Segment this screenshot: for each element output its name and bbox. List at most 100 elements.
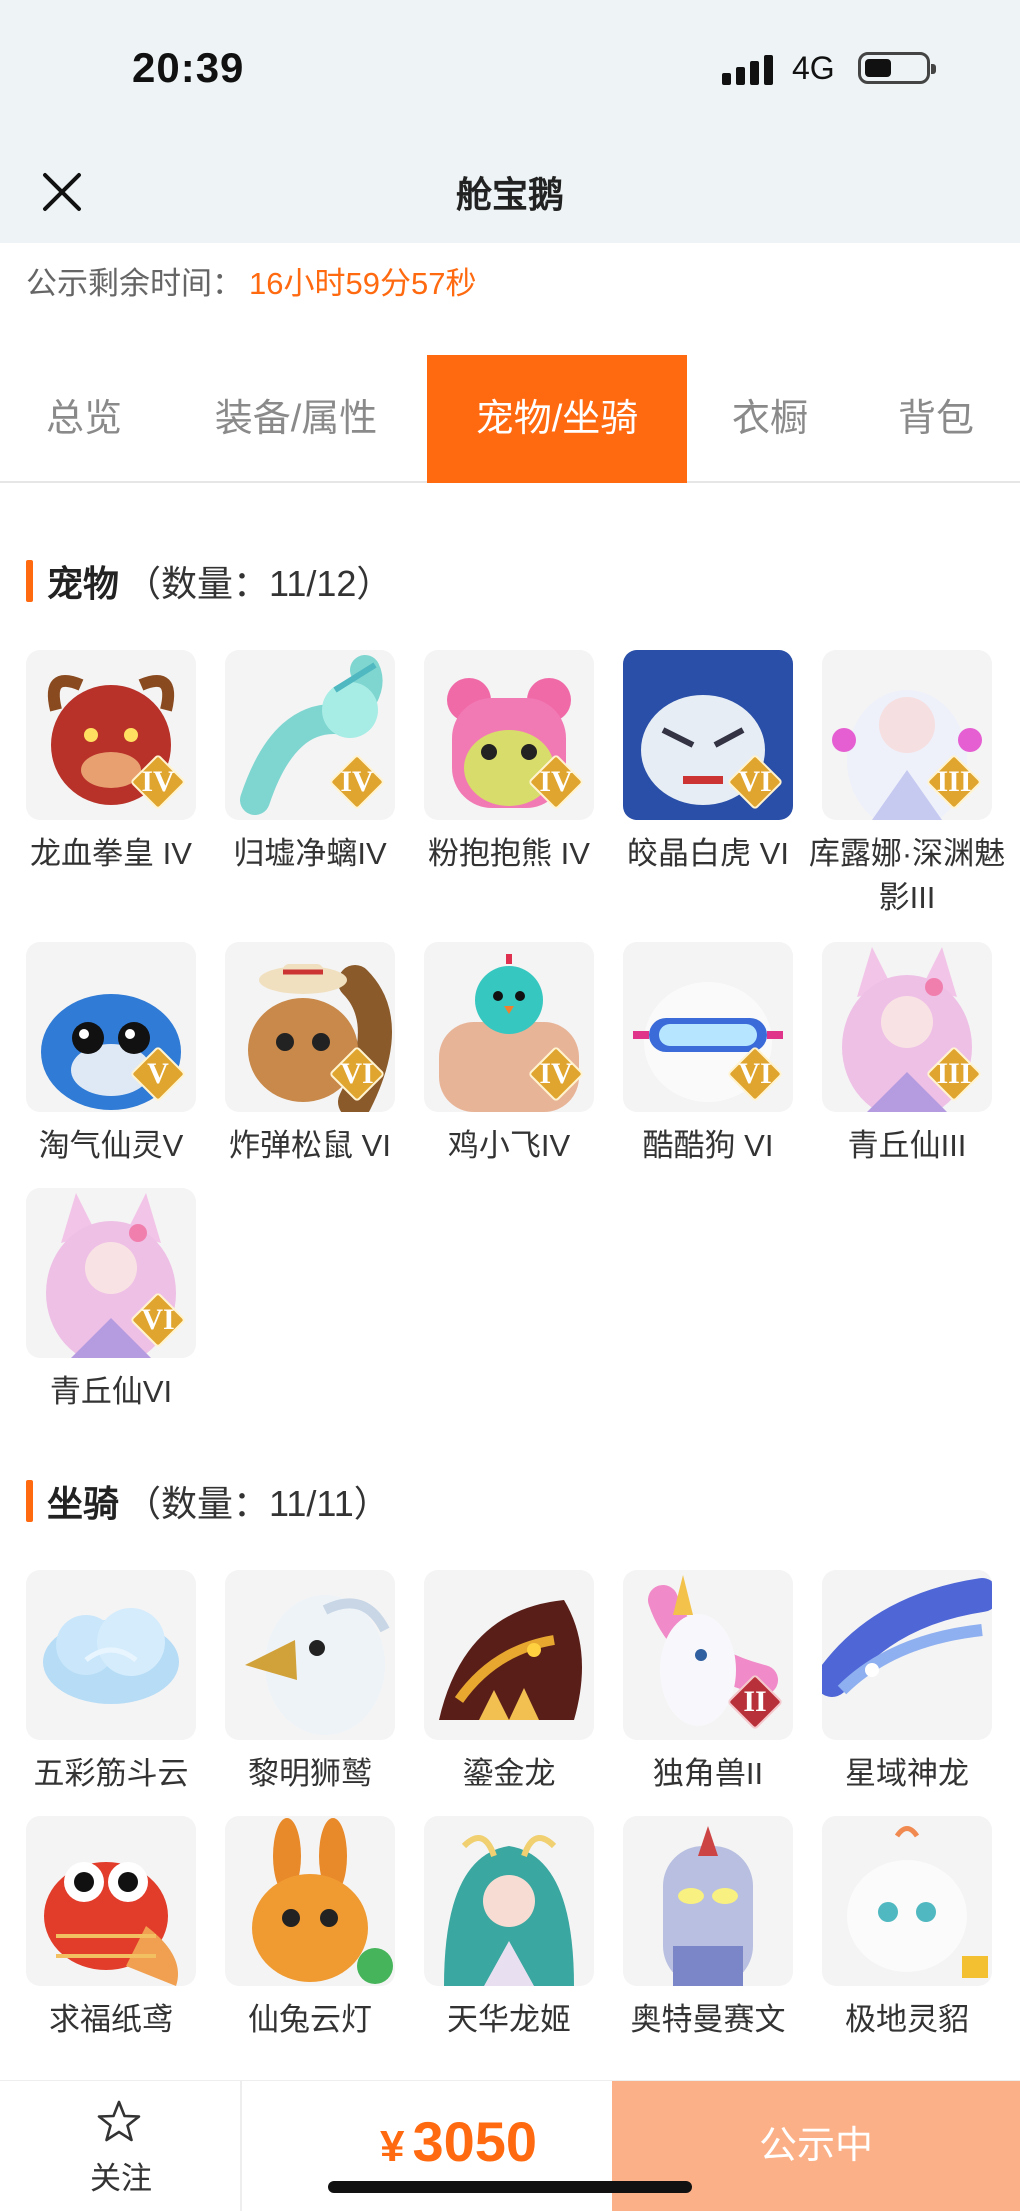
pet-name: 炸弹松鼠 VI — [229, 1128, 391, 1163]
countdown-value: 16小时59分57秒 — [249, 266, 477, 301]
pet-card[interactable]: VI 酷酷狗 VI — [623, 942, 793, 1168]
mount-card[interactable]: 极地灵貂 — [822, 1816, 992, 2042]
pet-name: 皎晶白虎 VI — [627, 836, 789, 871]
pet-card[interactable]: III 库露娜·深渊魅影III — [809, 650, 1005, 920]
pet-name: 青丘仙III — [847, 1128, 967, 1163]
level-badge-label: IV — [539, 765, 573, 798]
level-badge-label: IV — [141, 765, 175, 798]
pets-section-header: 宠物 （数量：11/12） — [26, 558, 392, 604]
polar-ferret-icon — [822, 1816, 992, 1986]
level-badge-label: VI — [141, 1303, 175, 1336]
chick-muscle-icon: IV — [424, 942, 594, 1112]
pet-name: 酷酷狗 VI — [642, 1128, 774, 1163]
mount-card[interactable]: 星域神龙 — [822, 1570, 992, 1796]
goldfish-kite-icon — [26, 1816, 196, 1986]
mount-card[interactable]: 鎏金龙 — [424, 1570, 594, 1796]
tab-pets-mounts[interactable]: 宠物/坐骑 — [427, 355, 687, 483]
mount-card[interactable]: 黎明狮鹫 — [225, 1570, 395, 1796]
tab-equipment[interactable]: 装备/属性 — [190, 355, 402, 483]
pink-bear-icon: IV — [424, 650, 594, 820]
tab-bar: 总览 装备/属性 宠物/坐骑 衣橱 背包 — [0, 355, 1020, 483]
level-badge: VI — [726, 753, 784, 811]
white-tiger-icon: VI — [623, 650, 793, 820]
network-label: 4G — [792, 50, 835, 86]
mount-card[interactable]: 天华龙姬 — [424, 1816, 594, 2042]
level-badge-label: VI — [340, 1057, 374, 1090]
level-badge: II — [726, 1673, 784, 1731]
top-bar: 20:39 4G 舱宝鹅 — [0, 0, 1020, 243]
price-value: 3050 — [412, 2110, 538, 2173]
pet-name: 粉抱抱熊 IV — [428, 836, 590, 871]
pet-card[interactable]: IV 归墟净螭IV — [225, 650, 395, 876]
mount-card[interactable]: II 独角兽II — [623, 1570, 793, 1796]
pet-card[interactable]: IV 粉抱抱熊 IV — [424, 650, 594, 876]
level-badge: IV — [527, 753, 585, 811]
section-accent-bar — [26, 1480, 33, 1522]
section-accent-bar — [26, 560, 33, 602]
fox-girl-icon: VI — [26, 1188, 196, 1358]
mount-name: 求福纸鸢 — [49, 2002, 173, 2037]
status-time: 20:39 — [132, 44, 245, 91]
level-badge: VI — [328, 1045, 386, 1103]
level-badge-label: IV — [539, 1057, 573, 1090]
cloud-icon — [26, 1570, 196, 1740]
squirrel-icon: VI — [225, 942, 395, 1112]
pets-count: （数量：11/12） — [125, 563, 393, 604]
level-badge-label: II — [743, 1685, 767, 1718]
pet-card[interactable]: IV 龙血拳皇 IV — [26, 650, 196, 876]
mounts-count: （数量：11/11） — [125, 1483, 390, 1524]
mount-card[interactable]: 五彩筋斗云 — [26, 1570, 196, 1796]
star-dragon-icon — [822, 1570, 992, 1740]
tab-backpack[interactable]: 背包 — [878, 355, 994, 483]
pet-name: 青丘仙VI — [49, 1374, 173, 1409]
pet-card[interactable]: V 淘气仙灵V — [26, 942, 196, 1168]
tab-wardrobe[interactable]: 衣橱 — [712, 355, 828, 483]
red-dragon-boxer-icon: IV — [26, 650, 196, 820]
goggle-dog-icon: VI — [623, 942, 793, 1112]
pet-name: 鸡小飞IV — [447, 1128, 571, 1163]
ultraman-icon — [623, 1816, 793, 1986]
pet-card[interactable]: III 青丘仙III — [822, 942, 992, 1168]
home-indicator — [328, 2181, 692, 2193]
level-badge: VI — [726, 1045, 784, 1103]
page-title: 舱宝鹅 — [455, 174, 564, 215]
pet-card[interactable]: VI 皎晶白虎 VI — [623, 650, 793, 876]
battery-icon — [858, 52, 936, 84]
pets-title: 宠物 — [47, 563, 120, 604]
mount-name: 黎明狮鹫 — [248, 1756, 372, 1791]
pet-name: 归墟净螭IV — [233, 836, 387, 871]
pet-name: 淘气仙灵V — [38, 1128, 184, 1163]
unicorn-icon: II — [623, 1570, 793, 1740]
griffin-icon — [225, 1570, 395, 1740]
level-badge: V — [129, 1045, 187, 1103]
tab-overview[interactable]: 总览 — [26, 355, 142, 483]
rabbit-lantern-icon — [225, 1816, 395, 1986]
white-hair-girl-icon: III — [822, 650, 992, 820]
countdown-label: 公示剩余时间： — [26, 266, 243, 301]
level-badge: IV — [527, 1045, 585, 1103]
level-badge: III — [925, 753, 983, 811]
follow-button[interactable]: 关注 — [0, 2081, 242, 2211]
mount-name: 极地灵貂 — [845, 2002, 969, 2037]
pet-card[interactable]: IV 鸡小飞IV — [424, 942, 594, 1168]
mount-name: 五彩筋斗云 — [33, 1756, 189, 1791]
pet-name: 龙血拳皇 IV — [30, 836, 192, 871]
mount-name: 奥特曼赛文 — [630, 2002, 786, 2037]
mount-name: 独角兽II — [652, 1756, 764, 1791]
mount-name: 仙兔云灯 — [248, 2002, 372, 2037]
mounts-title: 坐骑 — [47, 1483, 120, 1524]
mount-card[interactable]: 奥特曼赛文 — [623, 1816, 793, 2042]
price-currency: ¥ — [380, 2122, 405, 2171]
level-badge-label: IV — [340, 765, 374, 798]
mount-card[interactable]: 仙兔云灯 — [225, 1816, 395, 2042]
mount-card[interactable]: 求福纸鸢 — [26, 1816, 196, 2042]
level-badge-label: VI — [738, 765, 772, 798]
level-badge: IV — [129, 753, 187, 811]
star-icon — [97, 2100, 141, 2142]
mounts-section-header: 坐骑 （数量：11/11） — [26, 1478, 390, 1524]
level-badge-label: V — [147, 1057, 169, 1090]
follow-label: 关注 — [90, 2161, 152, 2196]
pet-card[interactable]: VI 炸弹松鼠 VI — [225, 942, 395, 1168]
pet-card[interactable]: VI 青丘仙VI — [26, 1188, 196, 1414]
level-badge-label: III — [936, 765, 972, 798]
